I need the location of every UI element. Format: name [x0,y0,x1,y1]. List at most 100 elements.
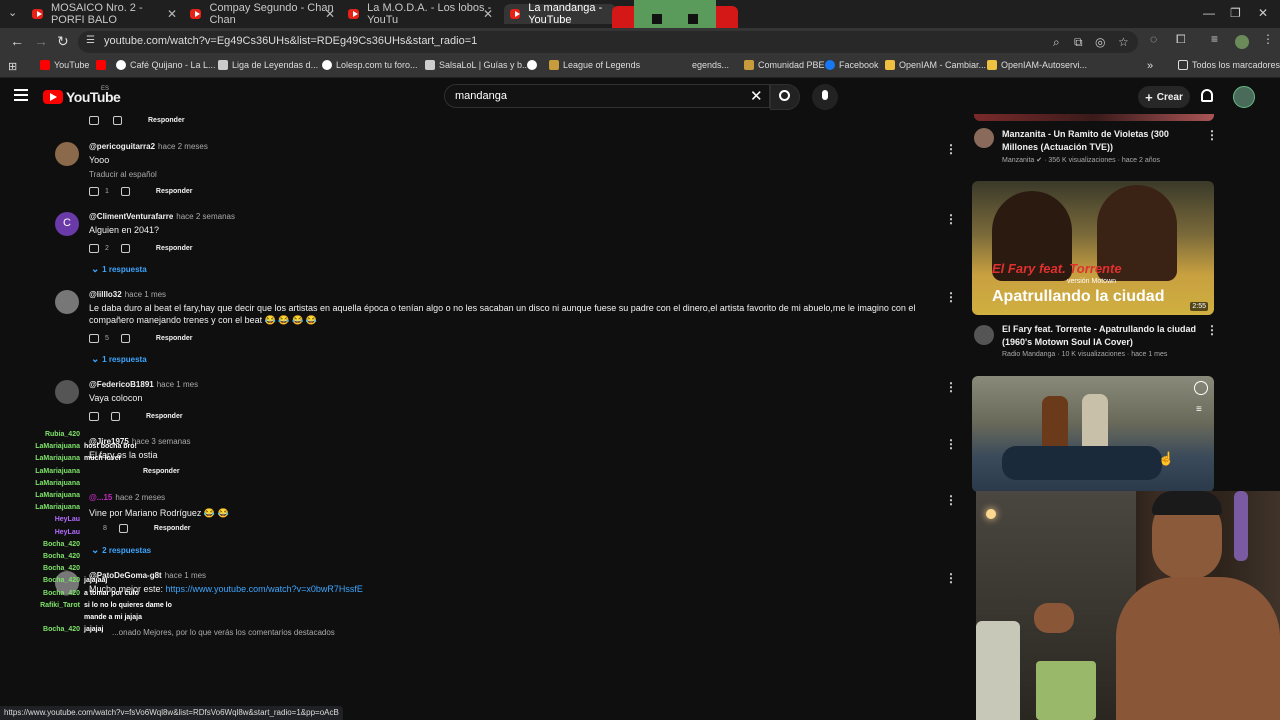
all-bookmarks-folder[interactable]: Todos los marcadores [1178,60,1280,70]
watch-later-icon[interactable] [1194,381,1208,395]
bookmark-league-of-legends[interactable]: League of Legends [549,60,640,70]
comment-menu-icon[interactable]: ⋮ [945,571,957,585]
youtube-wordmark[interactable]: YouTube [66,89,121,105]
like-icon[interactable] [89,244,99,253]
comment-menu-icon[interactable]: ⋮ [945,142,957,156]
close-window-icon[interactable]: ✕ [1258,6,1268,20]
bookmark-legends[interactable]: egends... [692,60,729,70]
comment-author[interactable]: @pericoguitarra2 hace 2 meses [89,142,208,151]
comment-avatar[interactable] [55,290,79,314]
bookmark-youtube[interactable]: YouTube [40,60,89,70]
search-page-icon[interactable]: ⌕ [1053,35,1060,50]
like-icon[interactable] [89,187,99,196]
close-tab-icon[interactable]: ✕ [325,7,335,21]
dislike-icon[interactable] [120,187,130,196]
close-tab-icon[interactable]: ✕ [483,7,493,21]
show-replies-button[interactable]: 1 respuesta [91,354,146,365]
video-card[interactable]: El Fary feat. Torrente versión Motown Ap… [972,181,1218,366]
tab-search-button[interactable]: ⌄ [8,6,17,19]
bookmark-salsalol[interactable]: SalsaLoL | Guías y b... [425,60,530,70]
bookmark-openiam-cambiar[interactable]: OpenIAM - Cambiar... [885,60,986,70]
comment-menu-icon[interactable]: ⋮ [945,212,957,226]
reply-button[interactable]: Responder [148,117,185,124]
search-input[interactable]: mandanga [444,84,770,108]
create-button[interactable]: + Crear [1138,86,1190,108]
notifications-bell-icon[interactable] [1201,89,1213,102]
bookmark-youtube-2[interactable] [96,60,110,70]
add-to-queue-icon[interactable]: ≡ [1196,404,1202,415]
bookmark-comunidad-pbe[interactable]: Comunidad PBE [744,60,825,70]
url-field[interactable]: ☰ youtube.com/watch?v=Eg49Cs36UHs&list=R… [78,31,1138,53]
channel-avatar[interactable] [974,325,994,345]
video-card[interactable]: ≡ [972,376,1214,492]
bookmark-globe[interactable] [527,60,541,70]
tab-3[interactable]: La M.O.D.A. - Los lobos - YouTu ✕ [348,2,493,26]
video-title[interactable]: Manzanita - Un Ramito de Violetas (300 M… [1002,128,1202,154]
comment-avatar[interactable] [55,380,79,404]
translate-link[interactable]: Traducir al español [89,169,949,181]
forward-icon[interactable]: → [34,33,48,49]
account-avatar[interactable] [1233,86,1255,108]
video-thumbnail[interactable]: ≡ [972,376,1214,492]
bookmark-star-icon[interactable]: ☆ [1118,35,1129,49]
comment-author[interactable]: @FedericoB1891 hace 1 mes [89,380,198,389]
dislike-icon[interactable] [120,334,130,343]
tab-4-active[interactable]: La mandanga - YouTube [504,2,616,26]
site-info-icon[interactable]: ☰ [86,35,95,46]
show-replies-button[interactable]: 1 respuesta [91,264,146,275]
restore-icon[interactable]: ❐ [1230,6,1241,20]
media-icon[interactable]: ≡ [1211,32,1218,46]
menu-icon[interactable] [14,89,28,101]
bookmark-facebook[interactable]: Facebook [825,60,879,70]
browser-menu-icon[interactable]: ⋮ [1262,32,1274,46]
like-icon[interactable] [89,412,99,421]
link-status-bar: https://www.youtube.com/watch?v=fsVo6Wql… [0,706,343,720]
comment-menu-icon[interactable]: ⋮ [945,290,957,304]
comment-avatar[interactable] [55,142,79,166]
youtube-logo-icon[interactable] [43,90,63,104]
bookmark-lolesp[interactable]: Lolesp.com tu foro... [322,60,418,70]
eye-off-icon[interactable]: ◎ [1095,35,1105,49]
profile-avatar[interactable] [1235,35,1249,49]
clear-search-icon[interactable]: ✕ [750,87,763,105]
close-tab-icon[interactable]: ✕ [167,7,177,21]
tab-2[interactable]: Compay Segundo - Chan Chan ✕ [190,2,335,26]
bookmark-cafe-quijano[interactable]: Café Quijano - La L... [116,60,216,70]
comment-author[interactable]: @ClimentVenturafarre hace 2 semanas [89,212,235,221]
chat-message: Bocha_420 jajajaj [30,626,103,633]
more-bookmarks-icon[interactable]: » [1147,60,1153,72]
extension-icon[interactable]: ◌ [1150,32,1157,46]
video-thumbnail[interactable]: El Fary feat. Torrente versión Motown Ap… [972,181,1214,315]
reply-button[interactable]: Responder [156,188,193,195]
minimize-icon[interactable]: — [1203,6,1215,20]
search-button[interactable] [770,84,800,110]
dislike-icon[interactable] [113,116,122,125]
comment-avatar[interactable]: C [55,212,79,236]
video-menu-icon[interactable]: ⋮ [1206,323,1218,337]
reply-button[interactable]: Responder [156,335,193,342]
puzzle-icon[interactable]: ⧠ [1176,32,1186,47]
video-card[interactable]: Manzanita - Un Ramito de Violetas (300 M… [972,128,1218,168]
video-title[interactable]: El Fary feat. Torrente - Apatrullando la… [1002,323,1202,349]
tab-1[interactable]: MOSAICO Nro. 2 - PORFI BALO ✕ [32,2,177,26]
like-icon[interactable] [89,334,99,343]
voice-search-button[interactable] [812,84,838,110]
reply-button[interactable]: Responder [146,413,183,420]
video-menu-icon[interactable]: ⋮ [1206,128,1218,142]
back-icon[interactable]: ← [10,33,24,49]
reply-button[interactable]: Responder [156,245,193,252]
like-icon[interactable] [89,116,99,125]
dislike-icon[interactable] [120,244,130,253]
comment-menu-icon[interactable]: ⋮ [945,437,957,451]
comment-menu-icon[interactable]: ⋮ [945,380,957,394]
apps-grid-icon[interactable]: ⊞ [8,60,17,73]
bookmark-openiam-autoservicio[interactable]: OpenIAM-Autoservi... [987,60,1087,70]
install-icon[interactable]: ⧉ [1074,35,1083,50]
channel-avatar[interactable] [974,128,994,148]
bookmark-liga-leyendas[interactable]: Liga de Leyendas d... [218,60,318,70]
comment-author[interactable]: @lilllo32 hace 1 mes [89,290,166,299]
reload-icon[interactable]: ↻ [57,33,69,50]
dislike-icon[interactable] [111,412,120,421]
comment: @pericoguitarra2 hace 2 meses Yooo Traduc… [55,142,957,197]
comment-menu-icon[interactable]: ⋮ [945,493,957,507]
